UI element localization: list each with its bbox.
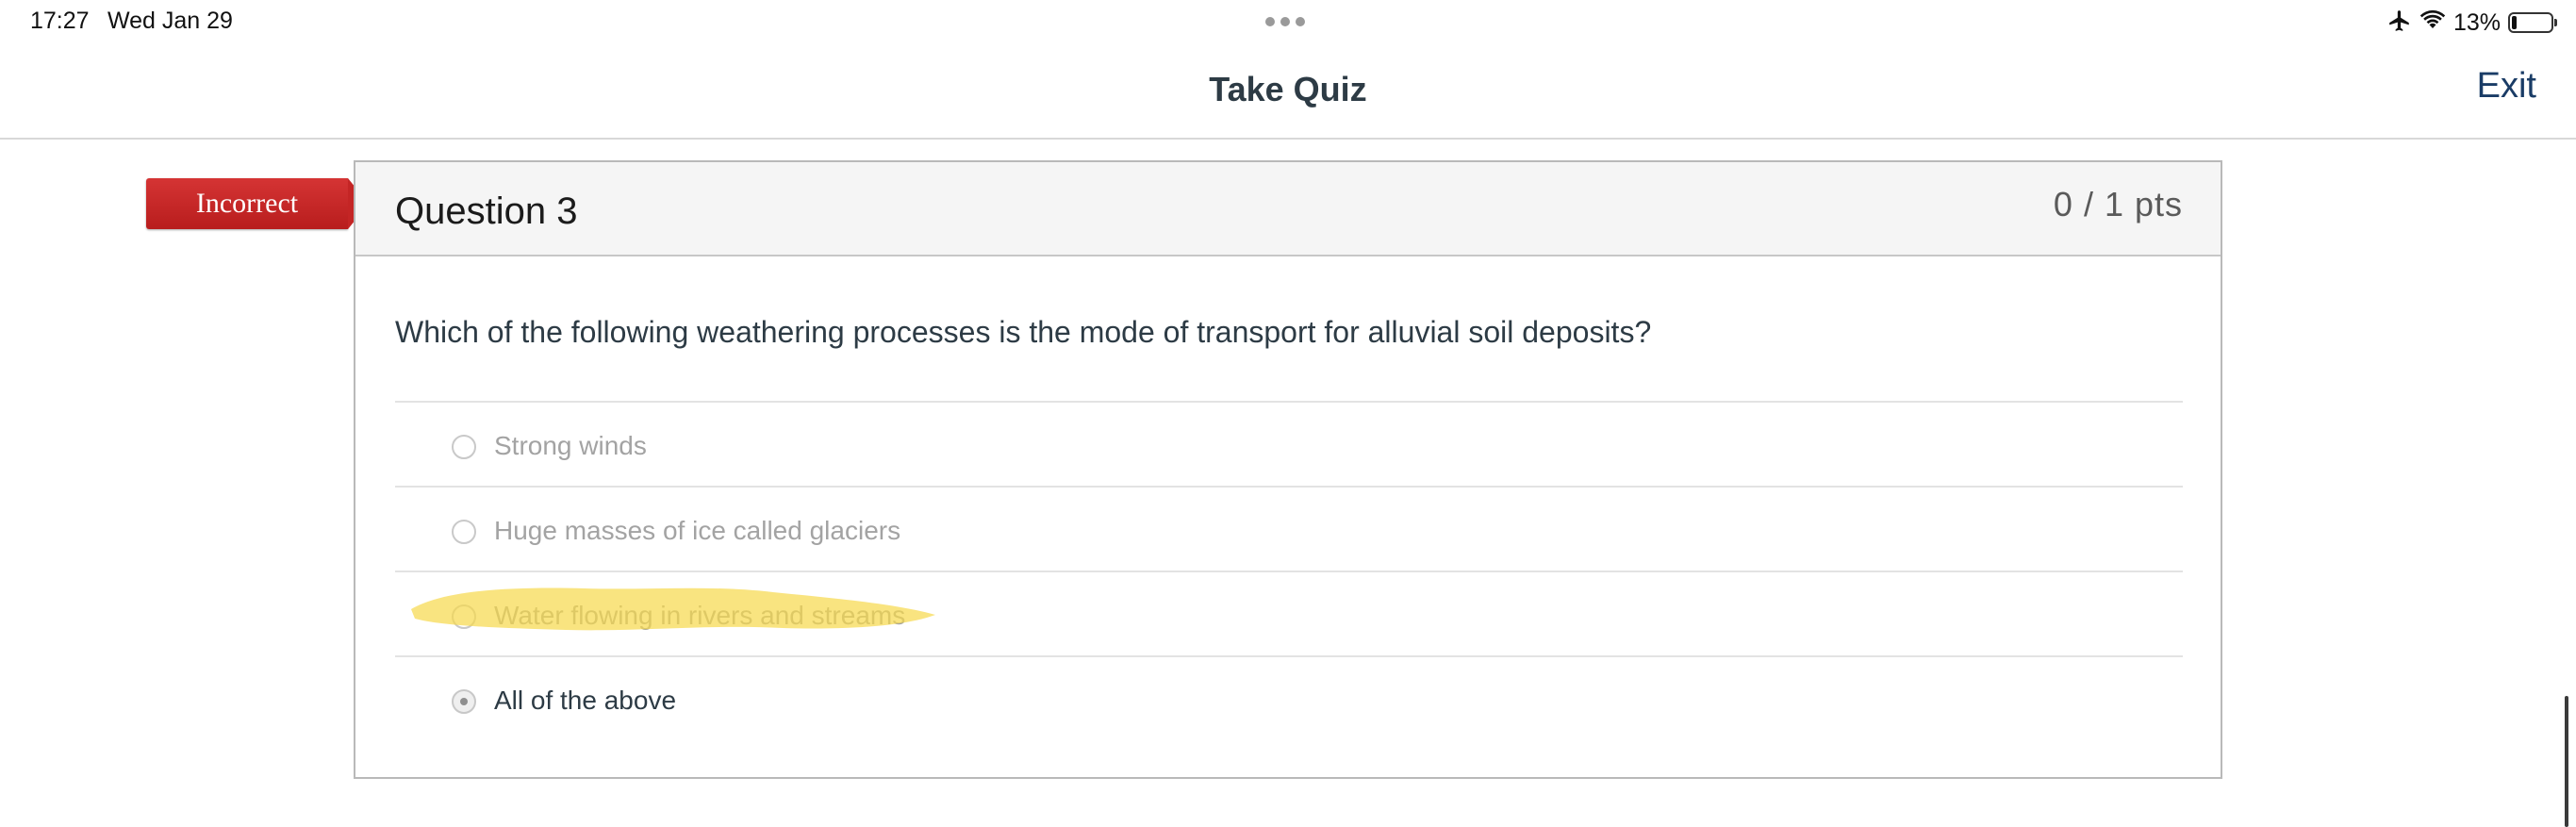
- answer-list: Strong winds Huge masses of ice called g…: [395, 401, 2183, 740]
- radio-button[interactable]: [452, 604, 476, 629]
- incorrect-badge: Incorrect: [146, 178, 369, 229]
- battery-icon: [2508, 12, 2557, 33]
- answer-option-3[interactable]: Water flowing in rivers and streams: [395, 571, 2183, 655]
- scroll-indicator[interactable]: [2565, 696, 2568, 827]
- battery-level-fill: [2512, 16, 2517, 29]
- airplane-icon: [2387, 8, 2412, 38]
- answer-option-2[interactable]: Huge masses of ice called glaciers: [395, 486, 2183, 571]
- question-text: Which of the following weathering proces…: [395, 315, 1652, 349]
- status-bar: 17:27 Wed Jan 29 13%: [0, 0, 2576, 45]
- answer-label: Strong winds: [494, 431, 647, 460]
- question-title: Question 3: [395, 190, 578, 232]
- question-points: 0 / 1 pts: [2053, 185, 2183, 223]
- battery-percent: 13%: [2452, 8, 2501, 36]
- status-date: Wed Jan 29: [107, 8, 233, 34]
- multitasking-dots-icon[interactable]: [1265, 17, 1305, 26]
- page-title: Take Quiz: [1209, 70, 1367, 108]
- radio-button[interactable]: [452, 435, 476, 459]
- title-bar: Take Quiz Exit: [0, 45, 2576, 140]
- status-indicators: 13%: [2387, 6, 2557, 40]
- answer-label: Huge masses of ice called glaciers: [494, 516, 901, 545]
- radio-button[interactable]: [452, 520, 476, 544]
- answer-label: Water flowing in rivers and streams: [494, 601, 906, 630]
- status-time: 17:27: [30, 8, 90, 34]
- answer-option-4[interactable]: All of the above: [395, 655, 2183, 740]
- answer-option-1[interactable]: Strong winds: [395, 401, 2183, 486]
- answer-label: All of the above: [494, 686, 677, 715]
- exit-button[interactable]: Exit: [2477, 66, 2536, 107]
- question-card: Question 3 0 / 1 pts Which of the follow…: [354, 160, 2222, 779]
- question-header: Question 3 0 / 1 pts: [355, 162, 2221, 256]
- wifi-icon: [2419, 9, 2446, 37]
- radio-button[interactable]: [452, 689, 476, 714]
